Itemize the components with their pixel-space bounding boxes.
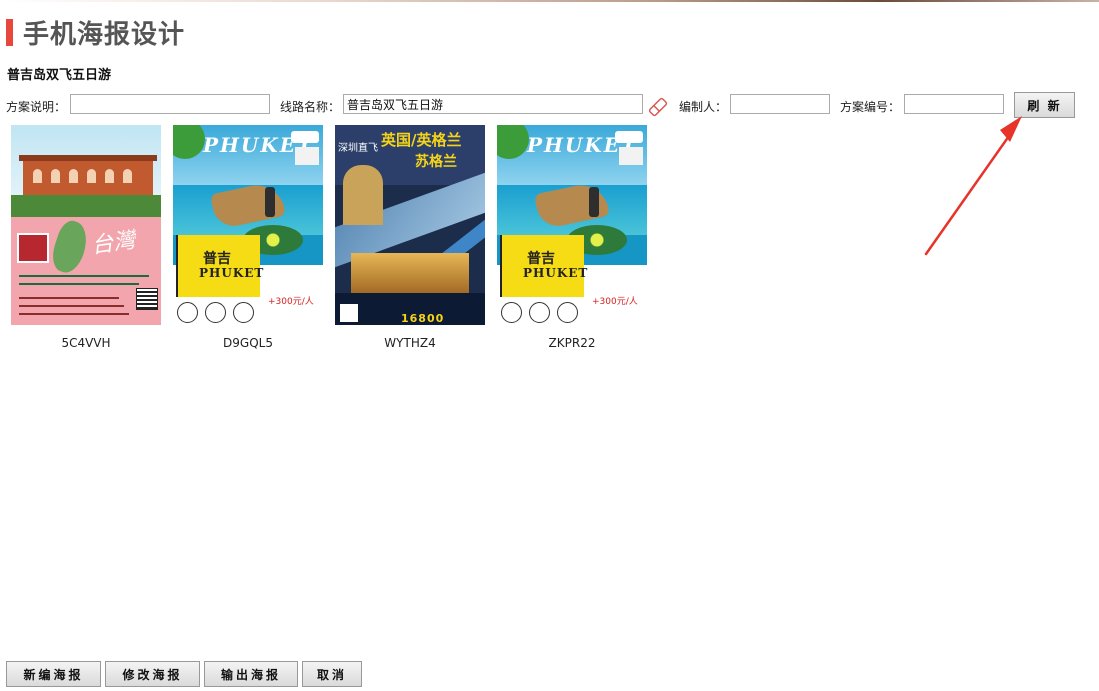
poster-prices: 16800 13800	[401, 312, 445, 325]
poster-thumbnail[interactable]: PHUKET 普吉 PHUKET +300元/人	[497, 125, 647, 325]
poster-window	[69, 169, 78, 183]
edit-poster-button[interactable]: 修改海报	[105, 661, 200, 687]
poster-text-line	[19, 305, 124, 307]
poster-stamp	[233, 302, 254, 323]
poster-train	[17, 233, 49, 263]
poster-title-1: 英国/英格兰	[381, 131, 462, 149]
poster-code: 5C4VVH	[61, 336, 111, 350]
poster-person	[265, 187, 275, 217]
qr-code	[340, 304, 358, 322]
poster-stamp	[177, 302, 198, 323]
poster-en-title: PHUKET	[199, 266, 265, 280]
poster-person	[589, 187, 599, 217]
poster-text-line	[19, 297, 119, 299]
plan-desc-input[interactable]	[70, 94, 270, 114]
poster-stamp	[501, 302, 522, 323]
poster-thumbnail[interactable]: 台灣	[11, 125, 161, 325]
poster-stamp	[205, 302, 226, 323]
poster-thumbnail[interactable]: 英国/英格兰 苏格兰 深圳直飞 16800 13800	[335, 125, 485, 325]
editor-label: 编制人：	[679, 100, 728, 114]
poster-white-box	[619, 147, 643, 165]
poster-text-line	[19, 275, 149, 277]
page-title: 手机海报设计	[23, 19, 186, 50]
poster-window	[105, 169, 114, 183]
export-poster-button[interactable]: 输出海报	[204, 661, 298, 687]
poster-code: ZKPR22	[548, 336, 596, 350]
red-arrow-annotation	[924, 116, 1022, 256]
poster-cn-title: 普吉	[527, 251, 555, 267]
route-input[interactable]	[343, 94, 643, 114]
poster-text-line	[19, 283, 139, 285]
poster-brand-badge	[291, 131, 319, 143]
plan-no-input[interactable]	[904, 94, 1004, 114]
poster-code: D9GQL5	[223, 336, 273, 350]
route-heading: 普吉岛双飞五日游	[7, 68, 112, 83]
qr-code	[136, 288, 158, 310]
poster-code: WYTHZ4	[384, 336, 436, 350]
poster-title-2: 苏格兰	[415, 154, 457, 170]
plan-no-label: 方案编号：	[840, 100, 901, 114]
page-header: 手机海报设计	[6, 17, 185, 50]
poster-text-line	[19, 313, 129, 315]
poster-bridge	[351, 253, 469, 293]
cancel-button[interactable]: 取消	[302, 661, 362, 687]
editor-input[interactable]	[730, 94, 830, 114]
poster-stamp	[557, 302, 578, 323]
poster-price: +300元/人	[592, 297, 638, 307]
poster-white-box	[295, 147, 319, 165]
poster-script-text: 台灣	[89, 228, 137, 259]
title-accent-bar	[6, 18, 13, 46]
poster-brand-badge	[615, 131, 643, 143]
poster-price: +300元/人	[268, 297, 314, 307]
new-poster-button[interactable]: 新编海报	[6, 661, 101, 687]
poster-cn-title: 普吉	[203, 251, 231, 267]
eraser-icon[interactable]	[647, 96, 669, 118]
poster-stamp	[529, 302, 550, 323]
poster-window	[33, 169, 42, 183]
poster-thumbnail[interactable]: PHUKET 普吉 PHUKET +300元/人	[173, 125, 323, 325]
top-divider	[0, 0, 1099, 2]
poster-window	[87, 169, 96, 183]
poster-window	[123, 169, 132, 183]
poster-window	[51, 169, 60, 183]
poster-en-title: PHUKET	[523, 266, 589, 280]
poster-castle	[343, 165, 383, 225]
plan-desc-label: 方案说明：	[6, 100, 67, 114]
poster-title-3: 深圳直飞	[338, 143, 378, 154]
poster-grass	[11, 195, 161, 217]
route-label: 线路名称：	[280, 100, 341, 114]
